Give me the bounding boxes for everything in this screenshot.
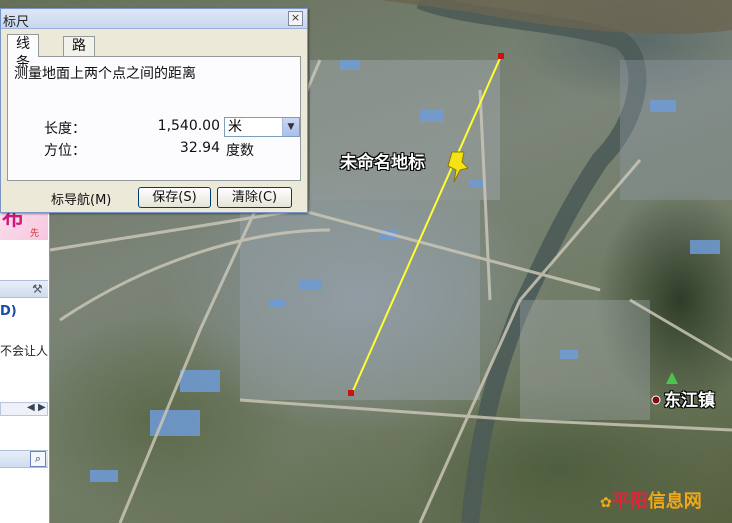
urban-area <box>520 300 650 420</box>
search-icon[interactable]: ⌕ <box>30 451 46 467</box>
side-window: — ✕ 布 先 ⚒ D) 不会让人 ◀ ▶ ⌕ <box>0 175 50 523</box>
length-value: 1,540.00 <box>157 118 220 134</box>
measure-description: 测量地面上两个点之间的距离 <box>14 66 196 82</box>
heading-value: 32.94 <box>179 140 220 156</box>
length-unit-select[interactable]: 米 ▼ <box>224 117 300 137</box>
scroll-right-icon[interactable]: ▶ <box>38 402 46 413</box>
chevron-down-icon[interactable]: ▼ <box>282 118 299 136</box>
watermark-text-1: 平阳 <box>611 491 648 512</box>
heading-unit: 度数 <box>226 143 254 159</box>
side-scrollbar[interactable]: ◀ ▶ <box>0 402 48 416</box>
measure-end-point <box>498 53 504 59</box>
town-label: 东江镇 <box>664 391 715 411</box>
side-search-bar: ⌕ <box>0 450 48 468</box>
ruler-dialog: 标尺 × 线条 路径 测量地面上两个点之间的距离 长度： 1,540.00 米 … <box>0 8 308 213</box>
watermark-icon: ✿ <box>600 495 612 511</box>
dialog-title: 标尺 <box>3 15 30 30</box>
pushpin-icon[interactable] <box>446 150 472 184</box>
close-button[interactable]: × <box>288 11 303 26</box>
scroll-left-icon[interactable]: ◀ <box>27 402 35 413</box>
save-button[interactable]: 保存(S) <box>138 187 211 208</box>
wrench-icon[interactable]: ⚒ <box>32 282 43 296</box>
side-item-heading[interactable]: D) <box>0 304 17 319</box>
watermark-text-2: 信息网 <box>647 491 702 512</box>
tab-line[interactable]: 线条 <box>7 34 39 71</box>
clear-button[interactable]: 清除(C) <box>217 187 292 208</box>
measure-panel: 测量地面上两个点之间的距离 长度： 1,540.00 米 ▼ 方位： 32.94… <box>7 56 301 181</box>
side-item-text: 不会让人 <box>0 344 49 358</box>
dialog-titlebar[interactable]: 标尺 × <box>1 9 307 30</box>
watermark-logo: ✿平阳信息网 <box>600 487 702 513</box>
side-toolbar: ⚒ <box>0 280 48 298</box>
nav-checkbox-label[interactable]: 标导航(M) <box>51 189 111 208</box>
banner-subtext: 先 <box>30 229 40 239</box>
length-unit-value: 米 <box>228 119 242 135</box>
placemark-label: 未命名地标 <box>340 153 425 173</box>
town-marker-triangle <box>666 372 678 384</box>
town-dot <box>651 395 661 405</box>
heading-label: 方位： <box>44 143 86 159</box>
length-label: 长度： <box>44 121 86 137</box>
urban-area <box>620 60 732 200</box>
measure-start-point <box>348 390 354 396</box>
tab-path[interactable]: 路径 <box>63 36 95 73</box>
